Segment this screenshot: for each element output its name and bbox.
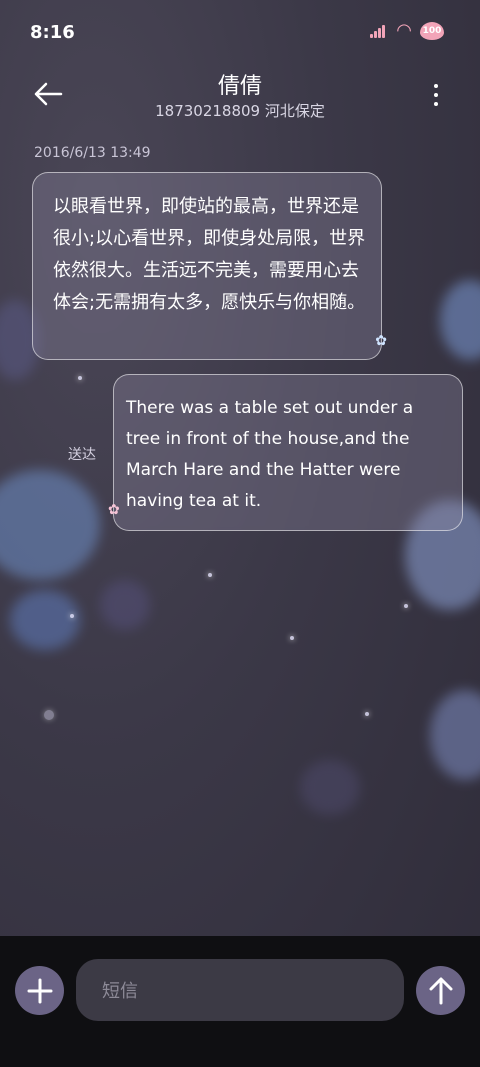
status-time: 8:16 [30, 22, 75, 43]
battery-level: 100 [422, 26, 442, 36]
status-icons: ◠ 100 [370, 22, 444, 40]
status-bar: 8:16 ◠ 100 [0, 0, 480, 64]
message-text: There was a table set out under a tree i… [126, 398, 414, 511]
contact-name[interactable]: 倩倩 [0, 68, 480, 100]
flower-decoration [300, 760, 360, 815]
send-button[interactable] [416, 966, 465, 1015]
contact-number-location: 18730218809 河北保定 [155, 102, 325, 120]
incoming-message-bubble[interactable]: 以眼看世界，即使站的最高，世界还是很小;以心看世界，即使身处局限，世界依然很大。… [32, 172, 387, 360]
sparkle-decoration [290, 636, 294, 640]
wifi-icon: ◠ [396, 20, 412, 41]
battery-heart-icon: 100 [420, 22, 444, 40]
flower-decoration [0, 470, 100, 580]
sparkle-decoration [70, 614, 74, 618]
sparkle-decoration [208, 573, 212, 577]
sparkle-decoration [404, 604, 408, 608]
message-text: 以眼看世界，即使站的最高，世界还是很小;以心看世界，即使身处局限，世界依然很大。… [53, 196, 366, 313]
message-status: 送达 [68, 447, 96, 463]
sparkle-decoration [44, 710, 54, 720]
message-composer [0, 936, 480, 1067]
sparkle-decoration [78, 376, 82, 380]
message-date: 2016/6/13 13:49 [34, 145, 151, 161]
message-input[interactable] [100, 959, 394, 1023]
flower-icon: ✿ [108, 502, 120, 518]
flower-icon: ✿ [375, 333, 387, 349]
flower-decoration [440, 280, 480, 360]
conversation-header: 倩倩 18730218809 河北保定 [0, 64, 480, 134]
flower-decoration [100, 580, 150, 630]
flower-decoration [430, 690, 480, 780]
message-input-container [76, 959, 404, 1023]
arrow-up-icon [429, 977, 452, 1004]
outgoing-message-bubble[interactable]: There was a table set out under a tree i… [108, 374, 463, 531]
sparkle-decoration [365, 712, 369, 716]
add-attachment-button[interactable] [15, 966, 64, 1015]
plus-icon [27, 978, 52, 1003]
more-options-button[interactable] [426, 80, 446, 110]
signal-icon [370, 24, 388, 38]
more-vertical-icon [434, 84, 438, 88]
flower-decoration [10, 590, 80, 650]
